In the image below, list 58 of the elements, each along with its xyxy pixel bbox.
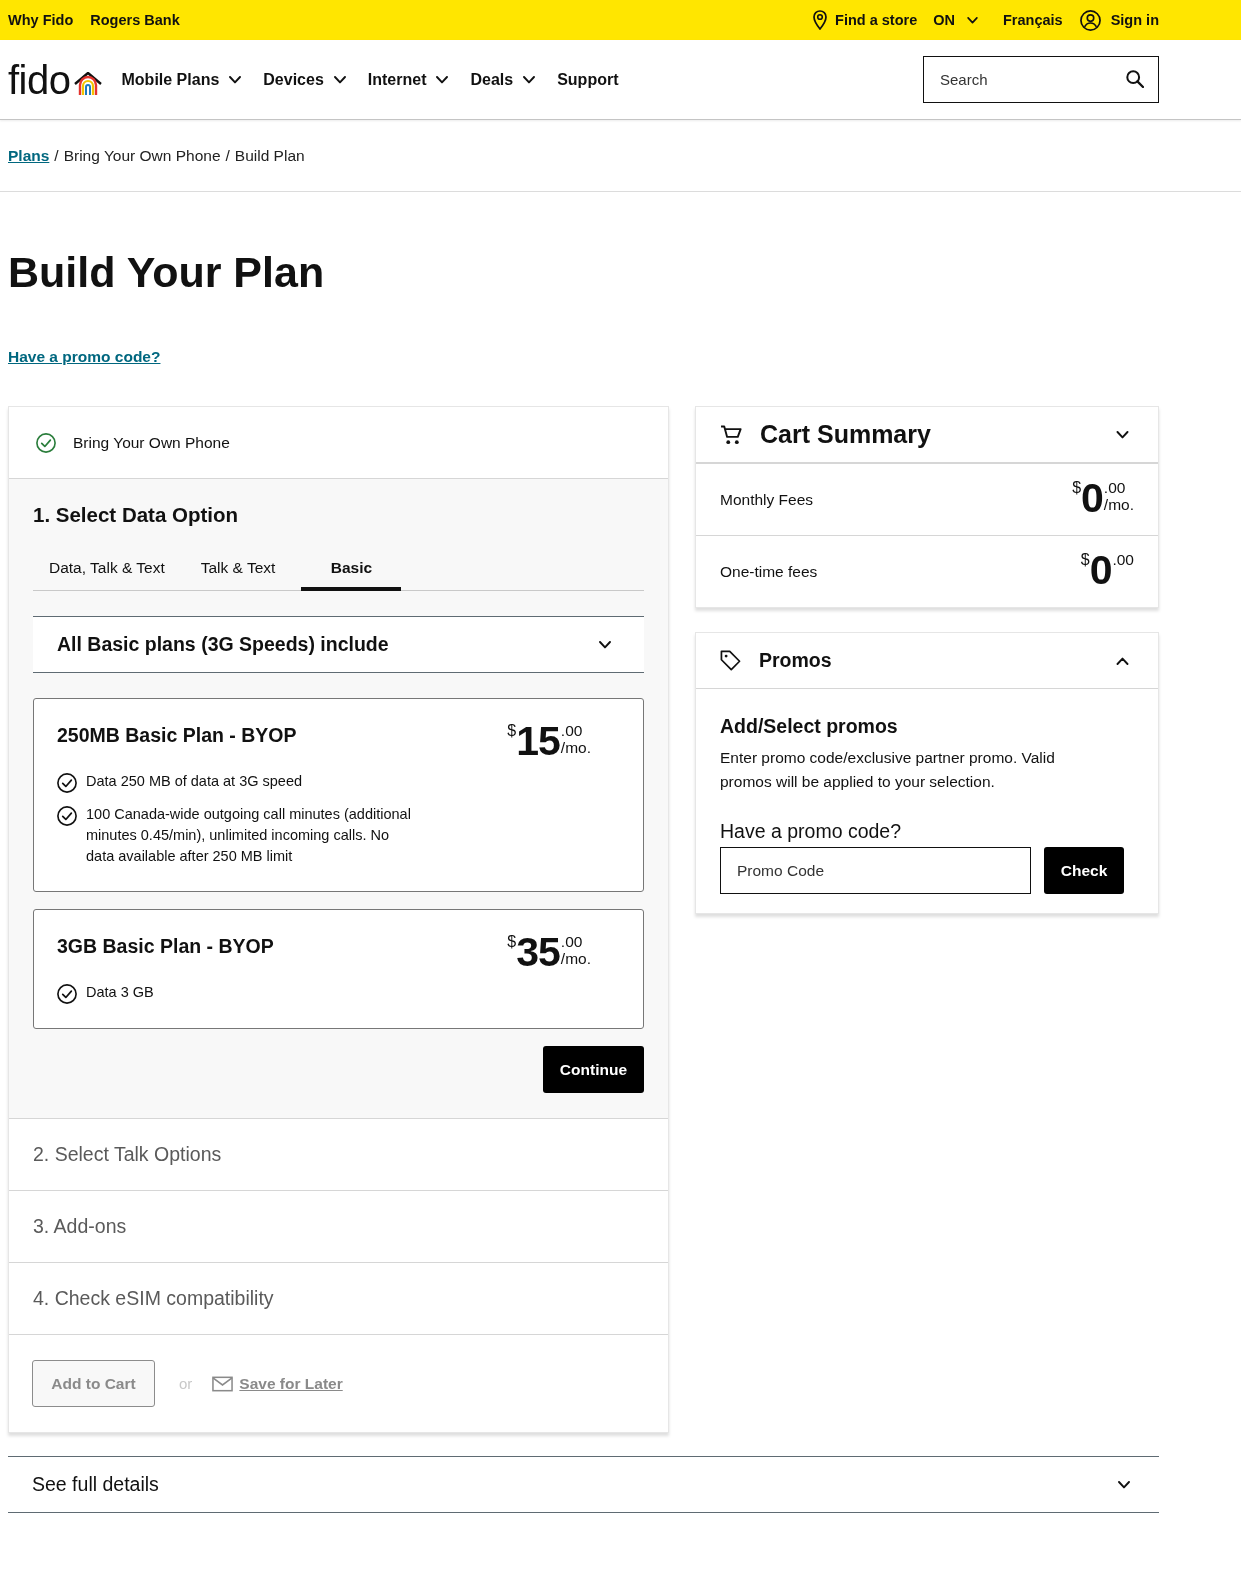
envelope-icon: [212, 1375, 234, 1392]
check-button[interactable]: Check: [1044, 847, 1124, 894]
user-icon: [1079, 9, 1101, 31]
breadcrumb-item: Bring Your Own Phone: [63, 146, 221, 165]
nav-menu-item[interactable]: Deals: [470, 70, 536, 89]
cart-icon: [720, 424, 743, 445]
plan-feature: Data 250 MB of data at 3G speed: [86, 772, 303, 791]
promos-heading: Add/Select promos: [720, 714, 899, 738]
check-circle-icon: [57, 806, 77, 826]
chevron-up-icon[interactable]: [1116, 656, 1129, 665]
house-icon: [73, 71, 102, 96]
map-pin-icon: [813, 10, 828, 30]
fee-label: Monthly Fees: [720, 490, 814, 509]
step-title: 2. Select Talk Options: [33, 1143, 222, 1166]
find-store-link[interactable]: Find a store: [813, 10, 918, 30]
search-icon[interactable]: [1126, 70, 1144, 88]
breadcrumb-link[interactable]: Plans: [8, 146, 50, 165]
chevron-down-icon: [967, 16, 978, 24]
top-link[interactable]: Why Fido: [8, 12, 74, 28]
step-title: 3. Add-ons: [33, 1215, 127, 1238]
page-title: Build Your Plan: [8, 247, 326, 298]
logo-link[interactable]: fido: [8, 59, 102, 100]
plan-type-tab[interactable]: Data, Talk & Text: [33, 545, 181, 591]
search-field[interactable]: Search: [923, 56, 1159, 103]
chevron-down-icon[interactable]: [1116, 430, 1129, 439]
plan-type-tab[interactable]: Basic: [301, 545, 402, 591]
promo-code-field[interactable]: Promo Code: [720, 847, 1031, 894]
check-circle-icon: [57, 984, 77, 1004]
sign-in-link[interactable]: Sign in: [1079, 9, 1159, 31]
step-title: 4. Check eSIM compatibility: [33, 1287, 274, 1310]
nav-menu-item[interactable]: Support: [557, 70, 619, 89]
plan-name: 3GB Basic Plan - BYOP: [57, 934, 274, 959]
plan-type-tab[interactable]: Talk & Text: [184, 545, 292, 591]
plan-info-accordion[interactable]: All Basic plans (3G Speeds) include: [33, 616, 644, 673]
fee-label: One-time fees: [720, 562, 818, 581]
promo-code-link[interactable]: Have a promo code?: [8, 347, 161, 367]
check-circle-icon: [57, 773, 77, 793]
plan-feature: 100 Canada-wide outgoing call minutes (additional minutes 0.45/min), unlimited incoming calls. No data available after 250 MB limit: [86, 805, 412, 866]
step-title: Bring Your Own Phone: [73, 433, 230, 452]
promo-code-label: Have a promo code?: [720, 819, 903, 844]
province-dropdown[interactable]: ON: [933, 12, 978, 28]
plan-name: 250MB Basic Plan - BYOP: [57, 723, 297, 748]
step-title: 1. Select Data Option: [33, 502, 240, 528]
continue-button[interactable]: Continue: [542, 1046, 644, 1093]
language-link[interactable]: Français: [1003, 12, 1063, 28]
full-details-accordion[interactable]: See full details: [8, 1456, 1159, 1513]
top-link[interactable]: Rogers Bank: [90, 12, 180, 28]
nav-menu-item[interactable]: Internet: [367, 70, 449, 89]
cart-summary-title: Cart Summary: [760, 420, 931, 449]
breadcrumb-separator: /: [225, 146, 230, 165]
nav-menu-item[interactable]: Devices: [263, 70, 346, 89]
promos-title: Promos: [759, 649, 832, 672]
plan-feature: Data 3 GB: [86, 983, 154, 1002]
breadcrumb-item: Build Plan: [234, 146, 305, 165]
nav-menu-item[interactable]: Mobile Plans: [121, 70, 242, 89]
promos-description: Enter promo code/exclusive partner promo. Valid promos will be applied to your selection.: [720, 748, 1056, 792]
breadcrumb-separator: /: [54, 146, 59, 165]
tag-icon: [720, 650, 741, 671]
